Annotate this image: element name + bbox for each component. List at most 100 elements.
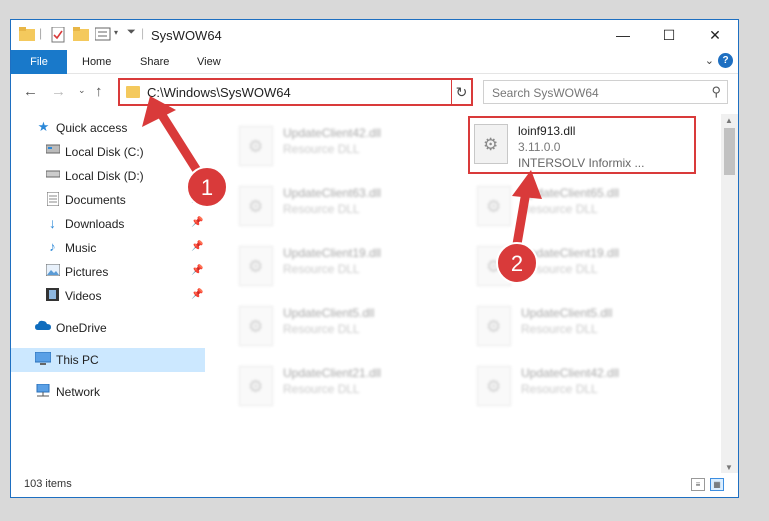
file-name: loinf913.dll [518, 124, 576, 138]
scroll-down-icon[interactable]: ▼ [725, 463, 733, 472]
file-description: Resource DLL [283, 322, 360, 336]
file-version: 3.11.0.0 [518, 140, 561, 154]
sidebar-item-downloads[interactable]: ↓ Downloads 📌 [11, 212, 205, 236]
list-item[interactable]: UpdateClient63.dll Resource DLL [235, 180, 461, 234]
sidebar-item-videos[interactable]: Videos 📌 [11, 284, 205, 308]
sidebar-item-local-disk-c[interactable]: Local Disk (C:) [11, 140, 205, 164]
file-name: UpdateClient21.dll [283, 366, 382, 380]
sidebar-item-label: Videos [65, 289, 102, 303]
file-name: UpdateClient65.dll [521, 186, 620, 200]
file-name: UpdateClient19.dll [521, 246, 620, 260]
search-icon[interactable]: ⚲ [711, 84, 721, 100]
ribbon-tabs: File Home Share View ⌄ ? [11, 50, 738, 74]
star-icon: ★ [37, 119, 50, 134]
list-item[interactable]: UpdateClient42.dll Resource DLL [473, 360, 699, 414]
pin-icon[interactable]: 📌 [191, 193, 203, 204]
list-item[interactable]: UpdateClient19.dll Resource DLL [235, 240, 461, 294]
file-description: Resource DLL [283, 202, 360, 216]
sidebar-item-label: Music [65, 241, 97, 255]
sidebar-item-label: Downloads [65, 217, 125, 231]
chevron-down-icon[interactable]: ▾ [114, 28, 118, 37]
scrollbar-thumb[interactable] [724, 128, 735, 175]
back-arrow-icon[interactable]: ← [23, 83, 38, 100]
tab-home[interactable]: Home [82, 50, 111, 74]
computer-icon [34, 351, 52, 366]
details-view-icon[interactable]: ≡ [691, 478, 705, 491]
file-name: UpdateClient63.dll [283, 186, 382, 200]
list-item[interactable]: UpdateClient65.dll Resource DLL [473, 180, 699, 234]
file-description: Resource DLL [521, 202, 598, 216]
music-icon: ♪ [49, 239, 56, 254]
sidebar-item-music[interactable]: ♪ Music 📌 [11, 236, 205, 260]
pin-icon[interactable]: 📌 [191, 289, 203, 300]
tab-view[interactable]: View [197, 50, 221, 74]
item-count: 103 items [24, 478, 72, 490]
expand-ribbon-icon[interactable]: ⌄ [705, 54, 714, 67]
sidebar-item-local-disk-d[interactable]: Local Disk (D:) [11, 164, 205, 188]
pictures-icon [45, 263, 60, 278]
sidebar-item-quick-access[interactable]: ★ Quick access [11, 116, 205, 140]
folder-icon [19, 27, 35, 44]
sidebar-item-onedrive[interactable]: OneDrive [11, 316, 205, 340]
status-bar: 103 items ≡ ▦ [11, 473, 738, 497]
vertical-scrollbar[interactable]: ▲ ▼ [721, 114, 738, 474]
search-input[interactable]: Search SysWOW64 ⚲ [483, 80, 728, 104]
refresh-button[interactable]: ↻ [451, 78, 473, 106]
tab-share[interactable]: Share [140, 50, 169, 74]
sidebar-item-label: OneDrive [56, 321, 107, 335]
file-name: UpdateClient5.dll [283, 306, 375, 320]
scroll-up-icon[interactable]: ▲ [725, 116, 733, 125]
sidebar-item-documents[interactable]: Documents 📌 [11, 188, 205, 212]
navigation-bar: ← → ⌄ ↑ C:\Windows\SysWOW64 ⌄ ↻ Search S… [11, 75, 738, 109]
layout-icon[interactable] [94, 27, 111, 44]
file-name: UpdateClient42.dll [283, 126, 382, 140]
forward-arrow-icon[interactable]: → [51, 83, 66, 100]
download-icon: ↓ [49, 215, 56, 231]
sidebar-item-this-pc[interactable]: This PC [11, 348, 205, 372]
drive-icon [45, 144, 60, 158]
new-folder-icon[interactable] [73, 27, 89, 44]
separator: | [141, 26, 145, 40]
file-description: Resource DLL [521, 322, 598, 336]
list-item[interactable]: UpdateClient5.dll Resource DLL [235, 300, 461, 354]
navigation-pane: ★ Quick access Local Disk (C:) Local Dis… [11, 114, 205, 474]
address-path[interactable]: C:\Windows\SysWOW64 [147, 85, 291, 100]
list-item[interactable]: UpdateClient19.dll Resource DLL [473, 240, 699, 294]
pin-icon[interactable]: 📌 [191, 265, 203, 276]
window-title: SysWOW64 [151, 28, 222, 43]
sidebar-item-pictures[interactable]: Pictures 📌 [11, 260, 205, 284]
dll-file-icon [477, 306, 511, 346]
large-icons-view-icon[interactable]: ▦ [710, 478, 724, 491]
sidebar-item-label: Local Disk (D:) [65, 169, 144, 183]
list-item[interactable]: UpdateClient5.dll Resource DLL [473, 300, 699, 354]
explorer-window: | ▾ ⏷ | SysWOW64 — ☐ ✕ File Home Share V… [10, 19, 739, 498]
dll-file-icon [474, 124, 508, 164]
properties-icon[interactable] [51, 26, 65, 46]
dll-file-icon [477, 246, 511, 286]
maximize-button[interactable]: ☐ [646, 20, 692, 50]
file-company: INTERSOLV Informix ... [518, 156, 645, 170]
dll-file-icon [477, 186, 511, 226]
help-icon[interactable]: ? [718, 53, 733, 68]
videos-icon [45, 288, 60, 302]
list-item[interactable]: UpdateClient42.dll Resource DLL [235, 120, 461, 174]
sidebar-item-network[interactable]: Network [11, 380, 205, 404]
pin-icon[interactable]: 📌 [191, 217, 203, 228]
customize-toolbar-icon[interactable]: ⏷ [127, 26, 136, 39]
drive-icon [45, 168, 60, 182]
close-button[interactable]: ✕ [692, 20, 738, 50]
sidebar-item-label: Network [56, 385, 101, 399]
address-bar[interactable]: C:\Windows\SysWOW64 ⌄ [118, 78, 471, 106]
pin-icon[interactable]: 📌 [191, 241, 203, 252]
minimize-button[interactable]: — [600, 20, 646, 50]
file-description: Resource DLL [521, 382, 598, 396]
tab-file[interactable]: File [11, 50, 67, 74]
network-icon [35, 383, 50, 398]
cloud-icon [35, 320, 51, 334]
recent-locations-icon[interactable]: ⌄ [78, 85, 86, 96]
file-name: UpdateClient19.dll [283, 246, 382, 260]
list-item[interactable]: UpdateClient21.dll Resource DLL [235, 360, 461, 414]
up-arrow-icon[interactable]: ↑ [95, 83, 103, 100]
dll-file-icon [239, 186, 273, 226]
list-item-loinf913[interactable]: loinf913.dll 3.11.0.0 INTERSOLV Informix… [468, 116, 696, 174]
